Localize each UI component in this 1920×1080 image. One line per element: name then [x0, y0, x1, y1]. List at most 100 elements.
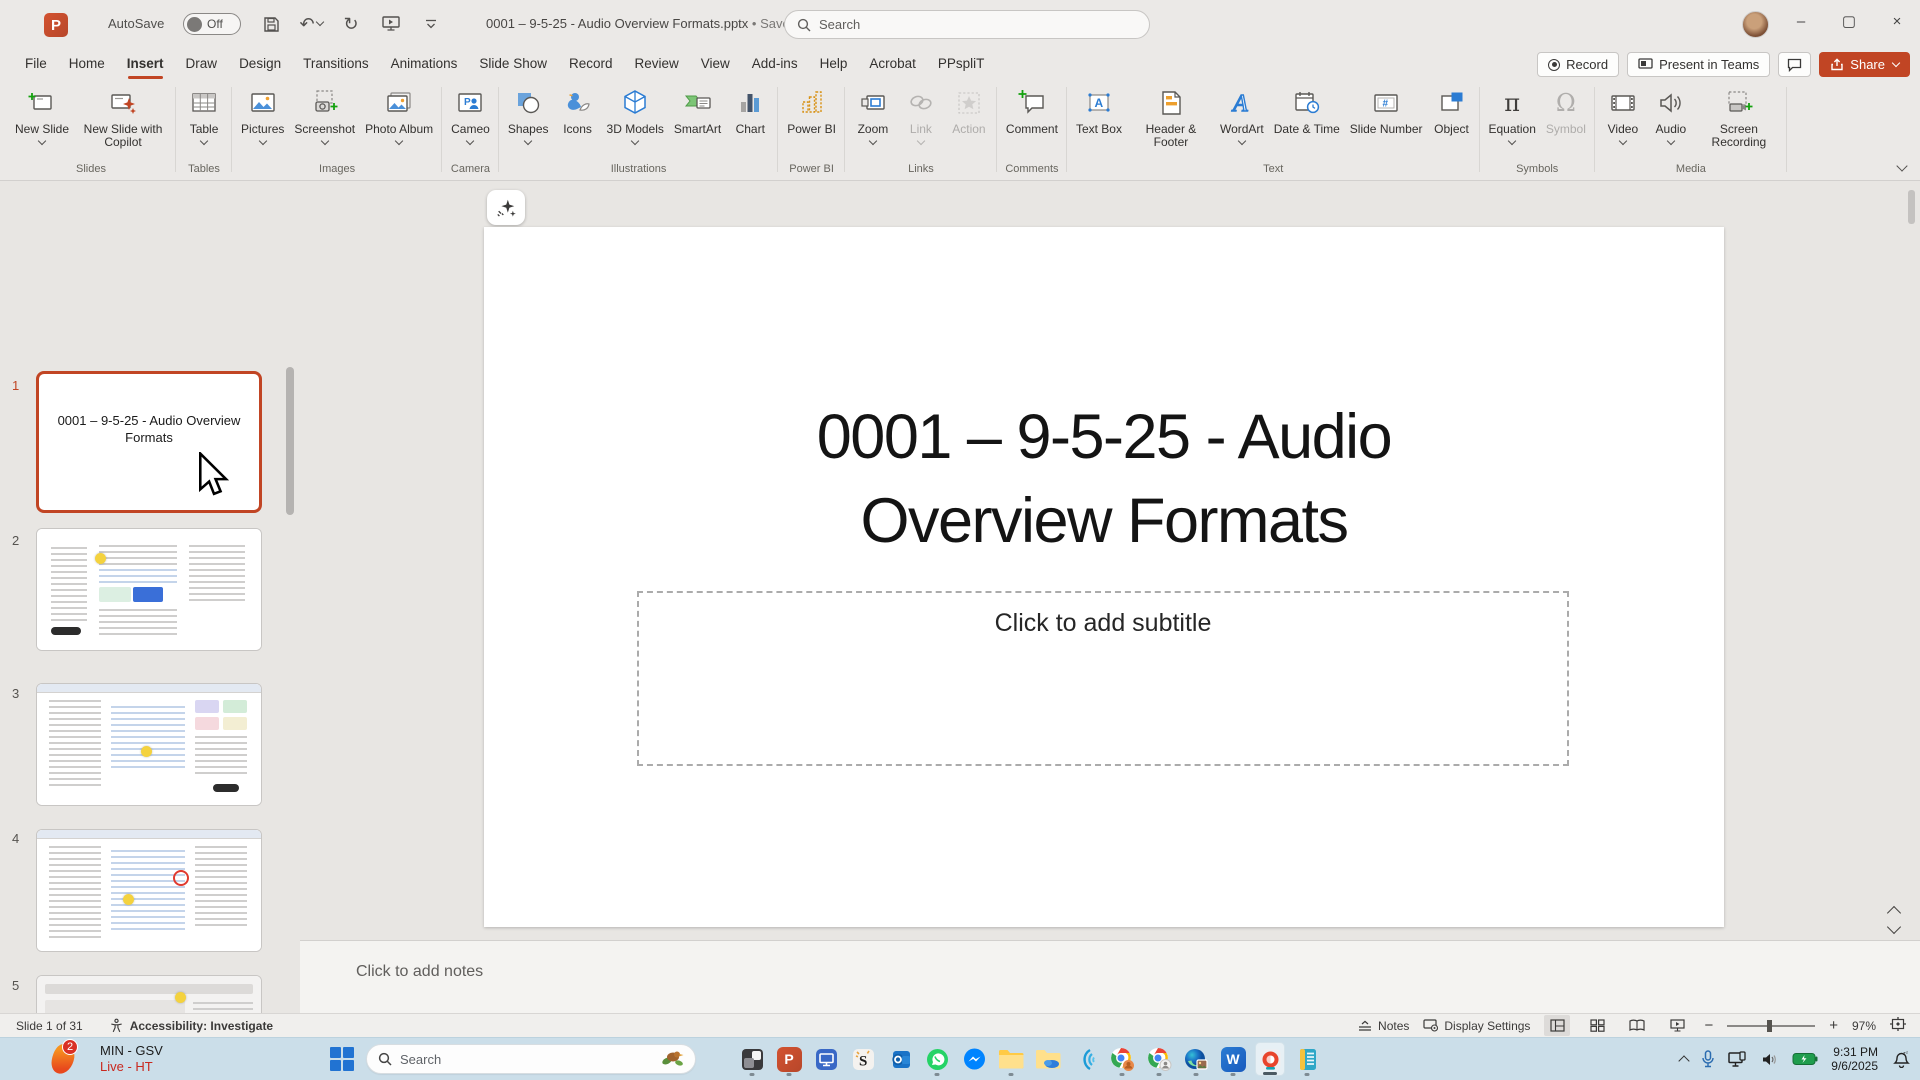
share-button[interactable]: Share — [1819, 52, 1910, 77]
screenshot-button[interactable]: Screenshot — [290, 84, 359, 146]
object-button[interactable]: Object — [1429, 84, 1475, 138]
table-dropdown-icon[interactable] — [200, 137, 208, 145]
text-box-button[interactable]: A Text Box — [1072, 84, 1126, 138]
collapse-ribbon-icon[interactable] — [1896, 160, 1907, 171]
taskbar-app-remote-desktop[interactable] — [811, 1042, 841, 1076]
battery-icon[interactable] — [1792, 1052, 1818, 1066]
tab-add-ins[interactable]: Add-ins — [741, 49, 809, 79]
tab-ppsplit[interactable]: PPspliT — [927, 49, 996, 79]
zoom-slider-thumb[interactable] — [1767, 1020, 1772, 1032]
tab-insert[interactable]: Insert — [116, 49, 175, 79]
cameo-dropdown-icon[interactable] — [466, 137, 474, 145]
autosave-toggle[interactable]: Off — [183, 13, 241, 35]
taskbar-app-onedrive-folder[interactable] — [1033, 1042, 1063, 1076]
comment-button[interactable]: Comment — [1002, 84, 1062, 138]
taskbar-app-word[interactable]: W — [1218, 1042, 1248, 1076]
slide-title-text[interactable]: 0001 – 9-5-25 - Audio Overview Formats — [604, 395, 1604, 563]
audio-button[interactable]: Audio — [1648, 84, 1694, 146]
new-slide-button[interactable]: New Slide — [11, 84, 73, 146]
new-slide-copilot-button[interactable]: New Slide with Copilot — [75, 84, 171, 151]
power-bi-button[interactable]: Power BI — [783, 84, 840, 138]
tab-view[interactable]: View — [690, 49, 741, 79]
taskbar-app-outlook[interactable] — [885, 1042, 915, 1076]
new-slide-dropdown-icon[interactable] — [38, 137, 46, 145]
slide-sorter-view-button[interactable] — [1584, 1015, 1610, 1036]
tab-transitions[interactable]: Transitions — [292, 49, 380, 79]
search-highlight-bird-icon[interactable] — [658, 1047, 684, 1072]
zoom-insert-button[interactable]: Zoom — [850, 84, 896, 146]
zoom-out-button[interactable]: − — [1704, 1017, 1713, 1034]
notes-pane[interactable]: Click to add notes — [300, 940, 1920, 1013]
notes-toggle[interactable]: Notes — [1357, 1019, 1409, 1033]
network-display-icon[interactable] — [1728, 1051, 1748, 1068]
normal-view-button[interactable] — [1544, 1015, 1570, 1036]
tab-file[interactable]: File — [14, 49, 58, 79]
undo-button[interactable]: ↶ — [298, 11, 324, 37]
photo-album-dropdown-icon[interactable] — [395, 137, 403, 145]
wordart-dropdown-icon[interactable] — [1238, 137, 1246, 145]
taskbar-app-messenger[interactable] — [959, 1042, 989, 1076]
screen-recording-button[interactable]: Screen Recording — [1696, 84, 1782, 151]
minimize-button[interactable]: – — [1778, 0, 1824, 42]
search-input[interactable]: Search — [784, 10, 1150, 39]
customize-toolbar-button[interactable] — [418, 11, 444, 37]
taskbar-app-desktops[interactable] — [737, 1042, 767, 1076]
close-button[interactable]: × — [1874, 0, 1920, 42]
shapes-dropdown-icon[interactable] — [524, 137, 532, 145]
start-slideshow-button[interactable] — [378, 11, 404, 37]
smartart-button[interactable]: SmartArt — [670, 84, 725, 138]
main-scrollbar-thumb[interactable] — [1908, 190, 1915, 224]
date-time-button[interactable]: Date & Time — [1270, 84, 1344, 138]
equation-dropdown-icon[interactable] — [1508, 137, 1516, 145]
tab-design[interactable]: Design — [228, 49, 292, 79]
save-button[interactable] — [258, 11, 284, 37]
redo-button[interactable]: ↻ — [338, 11, 364, 37]
thumbnail-scrollbar[interactable] — [286, 367, 294, 515]
tab-help[interactable]: Help — [809, 49, 859, 79]
slide-thumbnail-4[interactable] — [36, 829, 262, 952]
slide-thumbnail-5[interactable] — [36, 975, 262, 1013]
taskbar-app-airfoil-waves[interactable] — [1070, 1042, 1100, 1076]
fit-slide-button[interactable] — [1890, 1017, 1906, 1034]
comments-button[interactable] — [1778, 52, 1811, 77]
pictures-dropdown-icon[interactable] — [258, 137, 266, 145]
taskbar-app-whatsapp[interactable] — [922, 1042, 952, 1076]
slide-number-button[interactable]: # Slide Number — [1346, 84, 1427, 138]
zoom-in-button[interactable]: + — [1829, 1017, 1838, 1034]
chart-button[interactable]: Chart — [727, 84, 773, 138]
audio-dropdown-icon[interactable] — [1667, 137, 1675, 145]
taskbar-app-s-tool[interactable]: S — [848, 1042, 878, 1076]
powerpoint-app-icon[interactable]: P — [44, 13, 68, 37]
undo-dropdown-icon[interactable] — [315, 18, 323, 26]
maximize-button[interactable]: ▢ — [1826, 0, 1872, 42]
tray-show-hidden-icon[interactable] — [1679, 1055, 1690, 1066]
3d-models-dropdown-icon[interactable] — [631, 137, 639, 145]
taskbar-app-powerpoint[interactable]: P — [774, 1042, 804, 1076]
designer-sparkle-button[interactable] — [487, 190, 525, 225]
slide-thumbnail-3[interactable] — [36, 683, 262, 806]
icons-button[interactable]: Icons — [555, 84, 601, 138]
slide-thumbnail-2[interactable] — [36, 528, 262, 651]
user-avatar[interactable] — [1742, 11, 1769, 38]
shapes-button[interactable]: Shapes — [504, 84, 553, 146]
3d-models-button[interactable]: 3D Models — [603, 84, 668, 146]
table-button[interactable]: Table — [181, 84, 227, 146]
subtitle-placeholder[interactable]: Click to add subtitle — [637, 591, 1569, 766]
tab-acrobat[interactable]: Acrobat — [858, 49, 927, 79]
share-dropdown-icon[interactable] — [1892, 58, 1900, 66]
accessibility-status[interactable]: Accessibility: Investigate — [109, 1018, 273, 1033]
notification-bell-icon[interactable]: zz — [1891, 1050, 1910, 1068]
tab-record[interactable]: Record — [558, 49, 624, 79]
start-button[interactable] — [330, 1047, 355, 1072]
pictures-button[interactable]: Pictures — [237, 84, 288, 146]
tab-slide-show[interactable]: Slide Show — [468, 49, 558, 79]
microphone-icon[interactable] — [1701, 1050, 1715, 1068]
header-footer-button[interactable]: Header & Footer — [1128, 84, 1214, 151]
main-scrollbar[interactable] — [1908, 186, 1915, 1006]
present-in-teams-button[interactable]: Present in Teams — [1627, 52, 1770, 77]
taskbar-search-box[interactable]: Search — [366, 1044, 696, 1074]
clock[interactable]: 9:31 PM 9/6/2025 — [1831, 1045, 1878, 1073]
taskbar-app-chrome-profile1[interactable] — [1107, 1042, 1137, 1076]
cameo-button[interactable]: P Cameo — [447, 84, 494, 146]
video-dropdown-icon[interactable] — [1619, 137, 1627, 145]
